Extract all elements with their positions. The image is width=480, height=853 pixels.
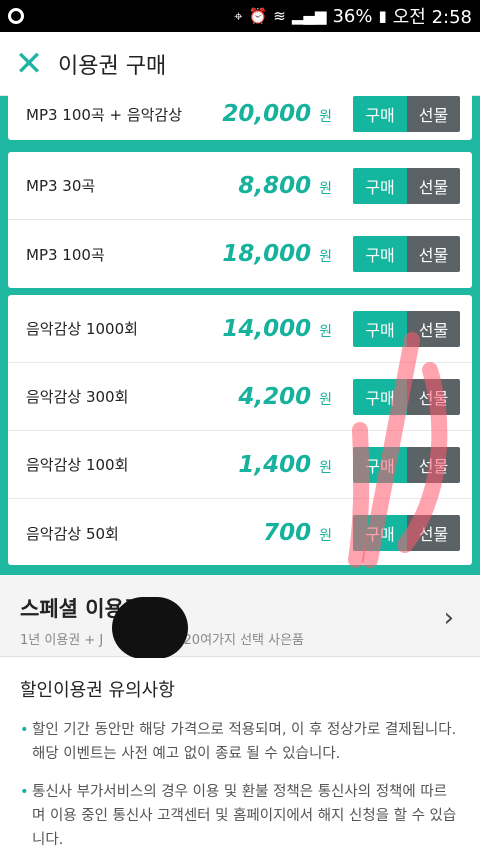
notice-text: 할인 기간 동안만 해당 가격으로 적용되며, 이 후 정상가로 결제됩니다. … xyxy=(32,722,457,762)
product-name: 음악감상 100회 xyxy=(26,456,129,474)
gift-button[interactable]: 선물 xyxy=(407,236,460,272)
buy-button[interactable]: 구매 xyxy=(353,236,407,272)
alarm-icon: ⏰ xyxy=(248,7,268,25)
buy-button[interactable]: 구매 xyxy=(353,446,407,483)
product-price: 1,400 xyxy=(238,451,312,478)
product-price: 18,000 xyxy=(222,241,312,267)
battery-icon: ▮ xyxy=(378,7,387,25)
special-pass-subtitle-tail: 20여가지 선택 사은품 xyxy=(183,633,305,648)
currency-label: 원 xyxy=(319,109,332,125)
notice-text: 통신사 부가서비스의 경우 이용 및 환불 정책은 통신사의 정책에 따르며 이… xyxy=(32,784,457,848)
gift-button[interactable]: 선물 xyxy=(407,515,460,551)
product-name: 음악감상 300회 xyxy=(26,388,129,406)
product-group-2: MP3 30곡 8,800 원 구매 선물 MP3 100곡 18,000 원 구매 선… xyxy=(8,152,472,288)
product-list: MP3 100곡 + 음악감상 20,000 원 구매 선물 MP3 30곡 8,8… xyxy=(0,88,480,575)
product-price: 14,000 xyxy=(222,315,312,342)
buy-button[interactable]: 구매 xyxy=(353,96,407,132)
special-pass-subtitle: 1년 이용권 + J 20여가지 선택 사은품 xyxy=(20,629,460,648)
product-row: MP3 100곡 18,000 원 구매 선물 xyxy=(8,220,472,288)
signal-icon: ▂▄▆ xyxy=(291,7,327,25)
status-bar: ⌖ ⏰ ≋ ▂▄▆ 36% ▮ 오전 2:58 xyxy=(0,0,480,32)
gift-button[interactable]: 선물 xyxy=(407,378,460,415)
buy-button[interactable]: 구매 xyxy=(353,515,407,551)
currency-label: 원 xyxy=(319,459,332,476)
product-price: 8,800 xyxy=(238,172,312,199)
battery-percent: 36% xyxy=(332,5,373,27)
buy-button[interactable]: 구매 xyxy=(353,167,407,204)
product-row: 음악감상 300회 4,200 원 구매 선물 xyxy=(8,363,472,431)
product-price: 4,200 xyxy=(238,383,312,410)
close-icon[interactable]: ✕ xyxy=(0,32,58,96)
chevron-right-icon[interactable]: › xyxy=(444,603,454,633)
wifi-icon: ≋ xyxy=(273,7,286,25)
clock: 오전 2:58 xyxy=(392,7,472,28)
notice-section: 할인이용권 유의사항 • 할인 기간 동안만 해당 가격으로 적용되며, 이 후 … xyxy=(0,658,480,853)
buy-button[interactable]: 구매 xyxy=(353,378,407,415)
currency-label: 원 xyxy=(319,323,332,340)
gift-button[interactable]: 선물 xyxy=(407,446,460,483)
gift-button[interactable]: 선물 xyxy=(407,167,460,204)
product-row: 음악감상 100회 1,400 원 구매 선물 xyxy=(8,431,472,499)
currency-label: 원 xyxy=(319,528,332,544)
notice-item: • 할인 기간 동안만 해당 가격으로 적용되며, 이 후 정상가로 결제됩니다.… xyxy=(20,718,460,766)
currency-label: 원 xyxy=(319,391,332,408)
location-icon: ⌖ xyxy=(234,7,243,25)
page-title: 이용권 구매 xyxy=(58,53,167,79)
currency-label: 원 xyxy=(319,249,332,265)
special-pass-subtitle-head: 1년 이용권 + J xyxy=(20,633,104,648)
gift-button[interactable]: 선물 xyxy=(407,310,460,347)
product-row: 음악감상 1000회 14,000 원 구매 선물 xyxy=(8,295,472,363)
product-price: 700 xyxy=(263,520,312,546)
app-logo-icon xyxy=(8,8,24,24)
notice-item: • 통신사 부가서비스의 경우 이용 및 환불 정책은 통신사의 정책에 따르며 … xyxy=(20,780,460,852)
notice-title: 할인이용권 유의사항 xyxy=(20,680,175,701)
bullet-icon: • xyxy=(20,784,29,800)
product-row: MP3 100곡 + 음악감상 20,000 원 구매 선물 xyxy=(8,88,472,140)
product-row: MP3 30곡 8,800 원 구매 선물 xyxy=(8,152,472,220)
redaction-scribble xyxy=(112,597,188,659)
product-group-1: MP3 100곡 + 음악감상 20,000 원 구매 선물 xyxy=(8,88,472,140)
product-price: 20,000 xyxy=(222,101,312,127)
product-name: MP3 30곡 xyxy=(26,177,96,195)
buy-button[interactable]: 구매 xyxy=(353,310,407,347)
bullet-icon: • xyxy=(20,722,29,738)
product-group-3: 음악감상 1000회 14,000 원 구매 선물 음악감상 300회 4,200 원… xyxy=(8,295,472,565)
app-header: ✕ 이용권 구매 xyxy=(0,32,480,96)
special-pass-section[interactable]: 스페셜 이용권 1년 이용권 + J 20여가지 선택 사은품 › xyxy=(0,575,480,657)
product-row: 음악감상 50회 700 원 구매 선물 xyxy=(8,499,472,565)
special-pass-title: 스페셜 이용권 xyxy=(20,597,144,621)
product-name: 음악감상 50회 xyxy=(26,524,119,543)
gift-button[interactable]: 선물 xyxy=(407,96,460,132)
currency-label: 원 xyxy=(319,180,332,197)
